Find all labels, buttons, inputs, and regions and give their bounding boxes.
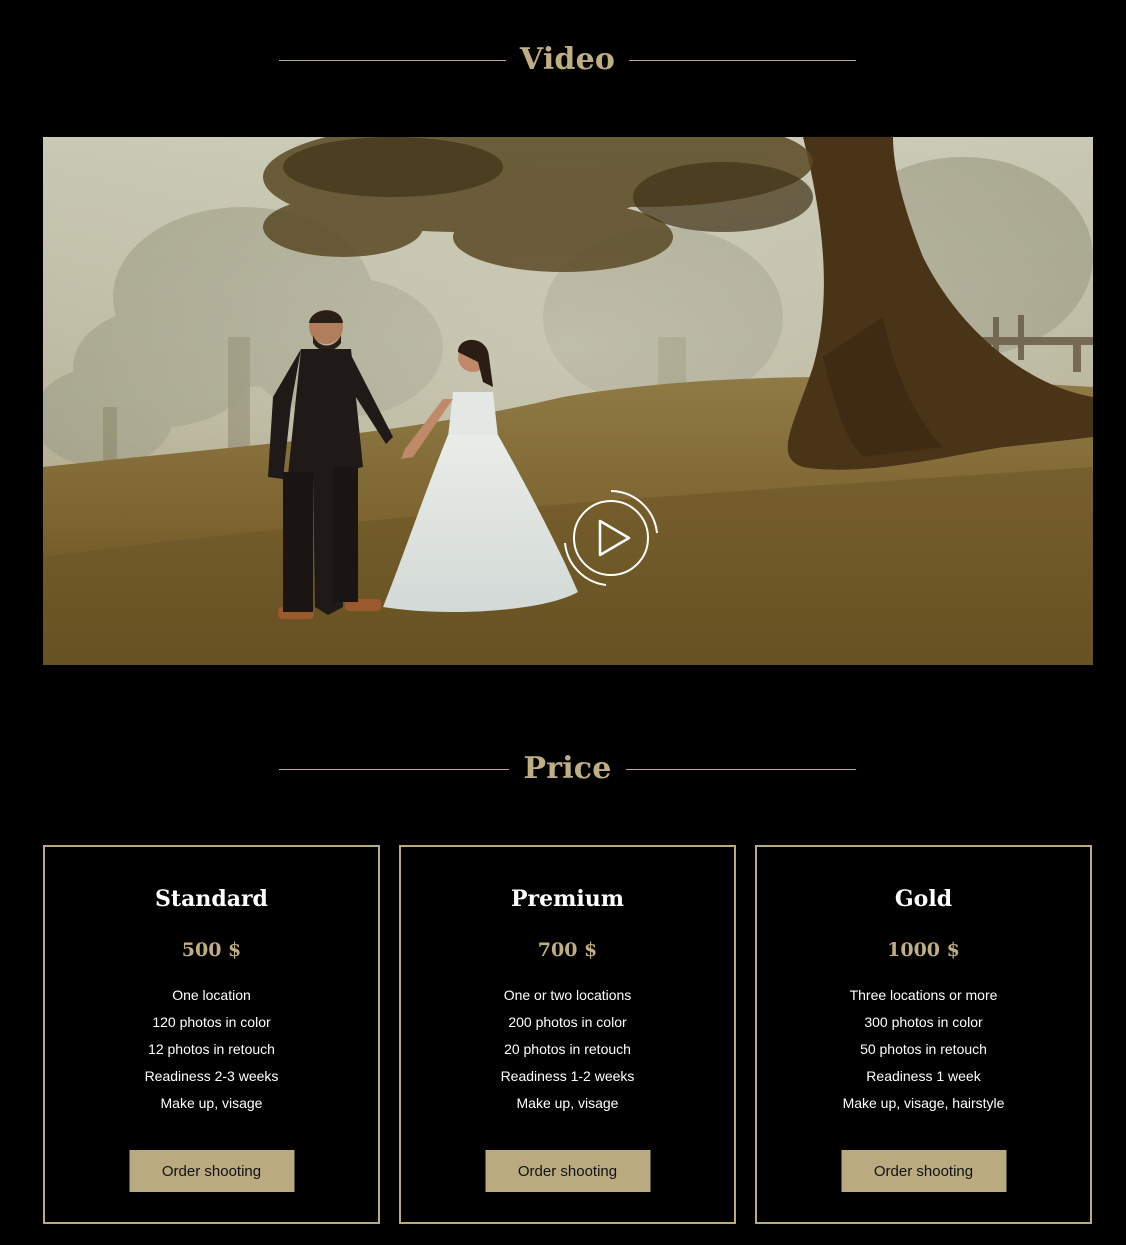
plan-features: One or two locations 200 photos in color… <box>401 982 734 1117</box>
plan-feature: Three locations or more <box>849 987 998 1003</box>
heading-rule-right <box>629 59 856 61</box>
order-shooting-button[interactable]: Order shooting <box>129 1150 294 1192</box>
pricing-card-standard: Standard 500 $ One location 120 photos i… <box>43 845 380 1224</box>
plan-feature: One or two locations <box>503 987 632 1003</box>
video-section-heading: Video <box>279 45 856 75</box>
plan-name: Gold <box>894 886 953 912</box>
plan-feature: 20 photos in retouch <box>504 1041 631 1057</box>
plan-feature: 200 photos in color <box>508 1014 627 1030</box>
plan-feature: Readiness 2-3 weeks <box>144 1068 279 1084</box>
plan-name: Premium <box>510 886 625 912</box>
plan-features: Three locations or more 300 photos in co… <box>757 982 1090 1117</box>
plan-features: One location 120 photos in color 12 phot… <box>45 982 378 1117</box>
plan-feature: Make up, visage, hairstyle <box>842 1095 1005 1111</box>
play-icon[interactable] <box>561 488 661 588</box>
order-shooting-button[interactable]: Order shooting <box>841 1150 1006 1192</box>
heading-rule-left <box>279 59 506 61</box>
video-title: Video <box>519 42 616 77</box>
pricing-card-gold: Gold 1000 $ Three locations or more 300 … <box>755 845 1092 1224</box>
plan-feature: 50 photos in retouch <box>860 1041 987 1057</box>
plan-feature: Make up, visage <box>516 1095 619 1111</box>
plan-feature: Make up, visage <box>160 1095 263 1111</box>
plan-feature: Readiness 1 week <box>866 1068 981 1084</box>
page: Video Price Standard 500 $ One location … <box>0 0 1126 1245</box>
plan-feature: 120 photos in color <box>152 1014 271 1030</box>
price-title: Price <box>523 751 612 786</box>
plan-price: 700 $ <box>537 939 598 961</box>
plan-feature: 12 photos in retouch <box>148 1041 275 1057</box>
video-player[interactable] <box>43 137 1093 665</box>
plan-feature: 300 photos in color <box>864 1014 983 1030</box>
price-section-heading: Price <box>279 754 856 784</box>
plan-price: 1000 $ <box>887 939 960 961</box>
plan-price: 500 $ <box>181 939 242 961</box>
order-shooting-button[interactable]: Order shooting <box>485 1150 650 1192</box>
heading-rule-right <box>625 768 856 770</box>
heading-rule-left <box>279 768 510 770</box>
pricing-cards: Standard 500 $ One location 120 photos i… <box>43 845 1093 1224</box>
pricing-card-premium: Premium 700 $ One or two locations 200 p… <box>399 845 736 1224</box>
plan-feature: One location <box>172 987 251 1003</box>
plan-name: Standard <box>155 886 268 912</box>
plan-feature: Readiness 1-2 weeks <box>500 1068 635 1084</box>
